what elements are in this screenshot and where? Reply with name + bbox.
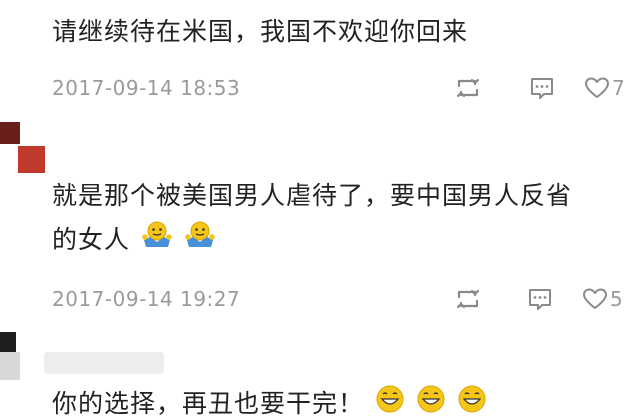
comment-2-text-line2: 的女人 (52, 220, 216, 262)
comment-icon[interactable] (526, 284, 554, 314)
heart-icon (585, 77, 609, 98)
comment-3-text: 你的选择，再丑也要干完！ (52, 384, 487, 418)
retweet-icon[interactable] (454, 73, 482, 103)
comment-1-like-count: 7 (612, 76, 625, 100)
comment-1-text: 请继续待在米国，我国不欢迎你回来 (52, 17, 469, 46)
avatar[interactable] (0, 122, 46, 178)
comment-2-text-line1: 就是那个被美国男人虐待了，要中国男人反省 (52, 181, 573, 210)
retweet-icon[interactable] (454, 284, 482, 314)
username-blurred (44, 352, 164, 374)
avatar[interactable] (0, 332, 22, 386)
like-button[interactable]: 5 (582, 284, 623, 314)
grin-emoji (457, 384, 487, 418)
shrug-emoji (184, 220, 216, 262)
like-button[interactable]: 7 (584, 73, 625, 103)
comment-feed: 请继续待在米国，我国不欢迎你回来 2017-09-14 18:53 7 就是那个… (0, 0, 640, 418)
comment-2-meta: 2017-09-14 19:27 5 (52, 284, 623, 314)
heart-icon (583, 288, 607, 309)
comment-2-timestamp: 2017-09-14 19:27 (52, 287, 241, 311)
comment-icon[interactable] (528, 73, 556, 103)
comment-1-meta: 2017-09-14 18:53 7 (52, 73, 625, 103)
comment-1-timestamp: 2017-09-14 18:53 (52, 76, 241, 100)
shrug-emoji (141, 220, 173, 262)
comment-2-text-line2-label: 的女人 (52, 225, 131, 254)
grin-emoji (375, 384, 405, 418)
comment-3-text-label: 你的选择，再丑也要干完！ (52, 389, 365, 418)
comment-2-like-count: 5 (610, 287, 623, 311)
grin-emoji (416, 384, 446, 418)
